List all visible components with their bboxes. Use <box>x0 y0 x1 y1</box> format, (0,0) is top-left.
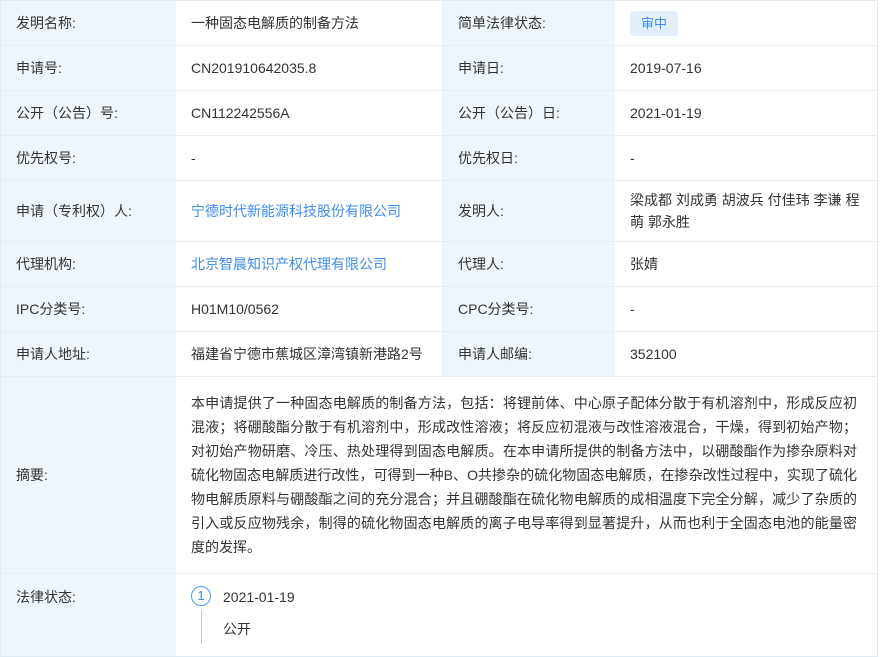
applicant-address-label: 申请人地址: <box>1 332 178 376</box>
agency-value-cell: 北京智晨知识产权代理有限公司 <box>178 242 442 286</box>
row-application: 申请号: CN201910642035.8 申请日: 2019-07-16 <box>1 46 877 91</box>
applicant-postcode-label: 申请人邮编: <box>442 332 617 376</box>
priority-date-label: 优先权日: <box>442 136 617 180</box>
publication-date-label: 公开（公告）日: <box>442 91 617 135</box>
legal-status-label: 法律状态: <box>1 574 178 656</box>
timeline-step-icon: 1 <box>191 586 211 606</box>
row-legal-status: 法律状态: 1 2021-01-19 公开 <box>1 574 877 656</box>
row-publication: 公开（公告）号: CN112242556A 公开（公告）日: 2021-01-1… <box>1 91 877 136</box>
publication-date-value: 2021-01-19 <box>617 91 877 135</box>
timeline-date: 2021-01-19 <box>223 587 295 607</box>
applicant-value-cell: 宁德时代新能源科技股份有限公司 <box>178 181 442 241</box>
simple-legal-status-cell: 审中 <box>617 1 877 45</box>
agent-value: 张婧 <box>617 242 877 286</box>
priority-date-value: - <box>617 136 877 180</box>
timeline-connector-line <box>201 610 202 644</box>
applicant-postcode-value: 352100 <box>617 332 877 376</box>
priority-number-label: 优先权号: <box>1 136 178 180</box>
legal-status-badge[interactable]: 审中 <box>630 11 678 36</box>
patent-detail-table: 发明名称: 一种固态电解质的制备方法 简单法律状态: 审中 申请号: CN201… <box>0 0 878 657</box>
row-priority: 优先权号: - 优先权日: - <box>1 136 877 181</box>
simple-legal-status-label: 简单法律状态: <box>442 1 617 45</box>
legal-timeline-item: 1 2021-01-19 公开 <box>191 586 295 644</box>
timeline-entry: 2021-01-19 公开 <box>223 586 295 644</box>
applicant-address-value: 福建省宁德市蕉城区漳湾镇新港路2号 <box>178 332 442 376</box>
row-invention-name: 发明名称: 一种固态电解质的制备方法 简单法律状态: 审中 <box>1 1 877 46</box>
invention-name-label: 发明名称: <box>1 1 178 45</box>
publication-number-label: 公开（公告）号: <box>1 91 178 135</box>
agency-link[interactable]: 北京智晨知识产权代理有限公司 <box>191 253 387 275</box>
cpc-class-value: - <box>617 287 877 331</box>
row-applicant-inventors: 申请（专利权）人: 宁德时代新能源科技股份有限公司 发明人: 梁成都 刘成勇 胡… <box>1 181 877 242</box>
applicant-link[interactable]: 宁德时代新能源科技股份有限公司 <box>191 200 401 222</box>
cpc-class-label: CPC分类号: <box>442 287 617 331</box>
abstract-value-cell: 本申请提供了一种固态电解质的制备方法，包括：将锂前体、中心原子配体分散于有机溶剂… <box>178 377 877 573</box>
timeline-status: 公开 <box>223 619 295 639</box>
agent-label: 代理人: <box>442 242 617 286</box>
abstract-text: 本申请提供了一种固态电解质的制备方法，包括：将锂前体、中心原子配体分散于有机溶剂… <box>191 385 865 565</box>
ipc-class-value: H01M10/0562 <box>178 287 442 331</box>
row-agency-agent: 代理机构: 北京智晨知识产权代理有限公司 代理人: 张婧 <box>1 242 877 287</box>
publication-number-value: CN112242556A <box>178 91 442 135</box>
row-abstract: 摘要: 本申请提供了一种固态电解质的制备方法，包括：将锂前体、中心原子配体分散于… <box>1 377 877 574</box>
inventors-label: 发明人: <box>442 181 617 241</box>
legal-status-timeline-cell: 1 2021-01-19 公开 <box>178 574 877 656</box>
application-number-value: CN201910642035.8 <box>178 46 442 90</box>
priority-number-value: - <box>178 136 442 180</box>
agency-label: 代理机构: <box>1 242 178 286</box>
application-date-label: 申请日: <box>442 46 617 90</box>
applicant-label: 申请（专利权）人: <box>1 181 178 241</box>
application-number-label: 申请号: <box>1 46 178 90</box>
ipc-class-label: IPC分类号: <box>1 287 178 331</box>
row-classification: IPC分类号: H01M10/0562 CPC分类号: - <box>1 287 877 332</box>
abstract-label: 摘要: <box>1 377 178 573</box>
timeline-rail: 1 <box>191 586 211 644</box>
row-address-postcode: 申请人地址: 福建省宁德市蕉城区漳湾镇新港路2号 申请人邮编: 352100 <box>1 332 877 377</box>
inventors-value: 梁成都 刘成勇 胡波兵 付佳玮 李谦 程萌 郭永胜 <box>617 181 877 241</box>
invention-name-value: 一种固态电解质的制备方法 <box>178 1 442 45</box>
application-date-value: 2019-07-16 <box>617 46 877 90</box>
